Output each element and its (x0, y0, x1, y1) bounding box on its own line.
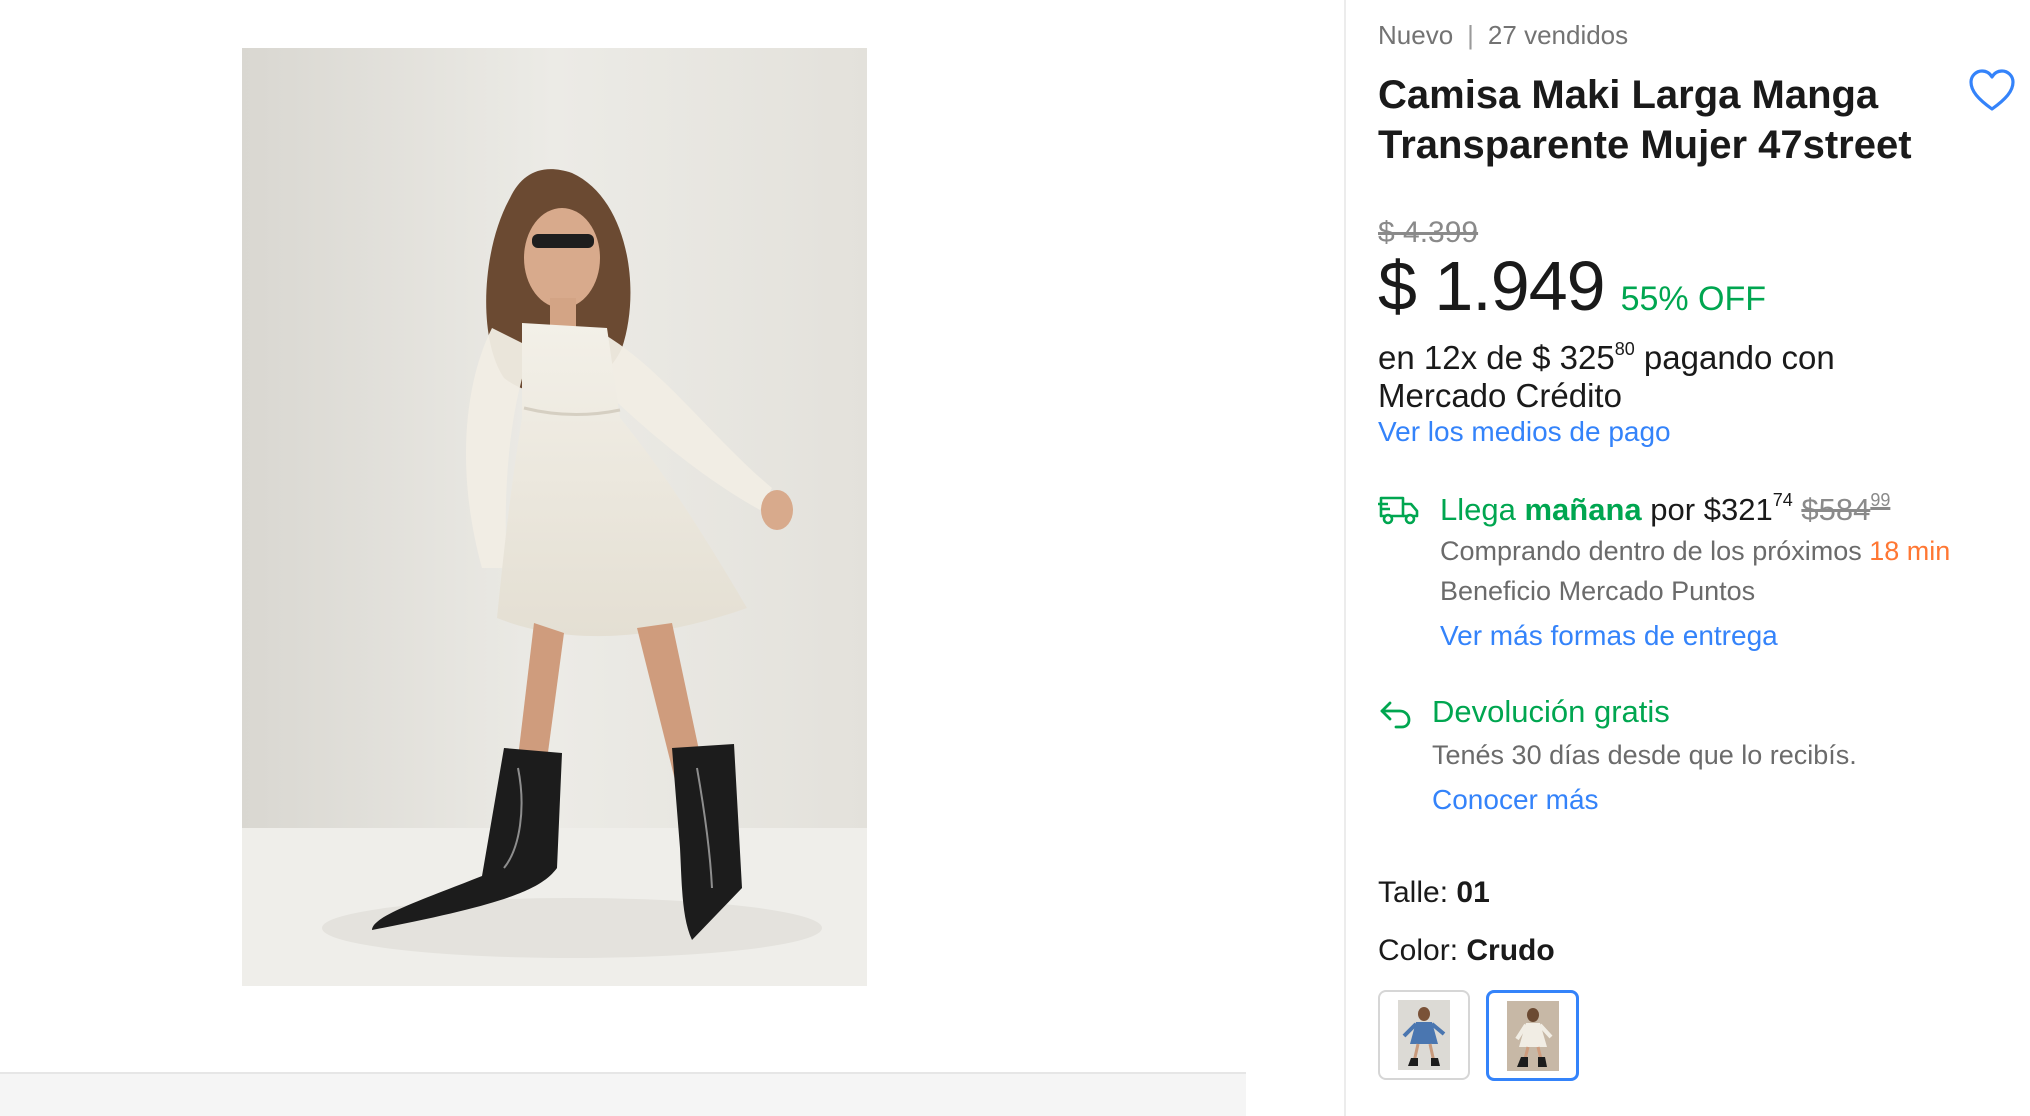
original-price: $ 4.399 (1378, 216, 1479, 249)
color-swatches (1378, 990, 1579, 1081)
gallery-bottom-area (0, 1074, 1246, 1116)
color-value: Crudo (1466, 934, 1555, 967)
shipping-day: mañana (1524, 492, 1642, 527)
shipping-price: $32174 (1703, 490, 1793, 527)
shipping-price-cents: 74 (1772, 490, 1793, 510)
swatch-thumbnail (1398, 1000, 1450, 1070)
shipping-por: por (1650, 492, 1696, 527)
subtitle-separator: | (1467, 20, 1474, 50)
shipping-old-price-int: $584 (1801, 492, 1871, 527)
shipping-summary: Llega mañana por $32174 $58499 (1440, 490, 1890, 528)
more-shipping-link[interactable]: Ver más formas de entrega (1440, 620, 1778, 652)
free-return-title: Devolución gratis (1432, 694, 1670, 729)
payment-methods-link[interactable]: Ver los medios de pago (1378, 416, 1671, 448)
free-return-description: Tenés 30 días desde que lo recibís. (1432, 740, 1857, 770)
color-label: Color: (1378, 934, 1459, 967)
shipping-old-price: $58499 (1801, 490, 1891, 527)
learn-more-link[interactable]: Conocer más (1432, 784, 1599, 816)
swatch-thumbnail (1506, 1000, 1559, 1071)
size-spec: Talle: 01 (1378, 876, 1490, 910)
price-row: $ 1.949 55% OFF (1378, 246, 1766, 326)
size-value: 01 (1456, 876, 1490, 909)
favorite-button[interactable] (1968, 68, 2016, 114)
condition-label: Nuevo (1378, 20, 1454, 50)
shipping-currency: $ (1703, 492, 1721, 527)
shipping-countdown: Comprando dentro de los próximos 18 min (1440, 536, 1950, 567)
image-gallery (0, 0, 1246, 1116)
installments-info: en 12x de $ 32580 pagando con Mercado Cr… (1378, 330, 1938, 415)
color-spec: Color: Crudo (1378, 934, 1555, 968)
color-swatch-1[interactable] (1378, 990, 1470, 1080)
installments-cents: 80 (1614, 339, 1635, 359)
heart-outline-icon (1969, 69, 2015, 111)
product-title: Camisa Maki Larga Manga Transparente Muj… (1378, 73, 1912, 167)
countdown-value: 18 min (1869, 536, 1951, 566)
shipping-benefit: Beneficio Mercado Puntos (1440, 576, 1756, 606)
shipping-old-price-cents: 99 (1870, 490, 1891, 510)
model-photo-illustration (242, 48, 867, 986)
shipping-price-int: 321 (1720, 492, 1773, 527)
truck-icon (1378, 492, 1420, 526)
current-price: $ 1.949 (1378, 247, 1606, 325)
product-subtitle: Nuevo | 27 vendidos (1378, 20, 1628, 51)
size-label: Talle: (1378, 876, 1449, 909)
discount-badge: 55% OFF (1620, 280, 1767, 318)
color-swatch-2-selected[interactable] (1486, 990, 1579, 1081)
column-divider (1344, 0, 1346, 1116)
return-arrow-icon (1378, 698, 1412, 730)
sold-count: 27 vendidos (1487, 20, 1629, 50)
shipping-arrives: Llega (1440, 492, 1516, 527)
main-product-photo[interactable] (242, 48, 867, 986)
installments-amount: en 12x de $ 325 (1378, 339, 1615, 376)
countdown-prefix: Comprando dentro de los próximos (1440, 536, 1862, 566)
product-info-panel: Nuevo | 27 vendidos Camisa Maki Larga Mang… (1378, 0, 2018, 1116)
product-page: Nuevo | 27 vendidos Camisa Maki Larga Mang… (0, 0, 2030, 1116)
